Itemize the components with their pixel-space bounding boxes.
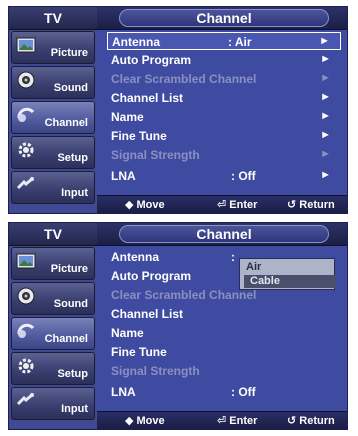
sidebar-item-channel[interactable]: Channel <box>11 101 95 134</box>
arrow-right-icon: ► <box>319 35 330 47</box>
menu-item-signal-strength: Signal Strength ► <box>111 146 341 164</box>
sidebar-item-setup[interactable]: Setup <box>11 352 95 385</box>
menu-item-name[interactable]: Name ► <box>111 108 341 126</box>
sidebar: TV Picture Sound Channel Setup Input <box>9 223 97 429</box>
key-guide-footer: ◆ Move ⏎ Enter ↺ Return <box>97 411 347 429</box>
menu-item-label: Auto Program <box>111 269 192 283</box>
sidebar-item-sound[interactable]: Sound <box>11 66 95 99</box>
menu-item-channel-list[interactable]: Channel List ► <box>111 89 341 107</box>
menu-item-value: : Air <box>228 35 252 49</box>
arrow-right-icon: ► <box>320 91 331 103</box>
antenna-options-popup: Air Cable <box>239 258 336 290</box>
arrow-right-icon: ► <box>320 53 331 65</box>
menu-item-value: : Off <box>231 169 256 183</box>
menu-item-label: Channel List <box>111 91 184 105</box>
sound-icon <box>16 71 36 89</box>
sidebar-title: TV <box>9 223 97 246</box>
input-icon <box>16 176 36 194</box>
input-icon <box>16 392 36 410</box>
channel-menu-screen-2: TV Picture Sound Channel Setup Input Cha… <box>8 222 348 430</box>
menu-item-label: LNA <box>111 385 136 399</box>
option-cable[interactable]: Cable <box>244 275 336 288</box>
menu-item-label: Signal Strength <box>111 148 200 162</box>
channel-icon <box>16 106 36 124</box>
key-guide-footer: ◆ Move ⏎ Enter ↺ Return <box>97 195 347 213</box>
channel-menu-screen-1: TV Picture Sound Channel Setup Input Cha… <box>8 6 348 214</box>
menu-item-label: Antenna <box>111 250 159 264</box>
arrow-right-icon: ► <box>320 72 331 84</box>
sidebar-item-label: Picture <box>50 263 88 275</box>
sidebar-item-picture[interactable]: Picture <box>11 31 95 64</box>
enter-hint: ⏎ Enter <box>217 415 258 427</box>
arrow-right-icon: ► <box>320 169 331 181</box>
menu-item-label: Antenna <box>112 35 160 49</box>
menu-item-value: : Off <box>231 385 256 399</box>
menu-item-label: Name <box>111 326 144 340</box>
menu-item-fine-tune[interactable]: Fine Tune <box>111 343 341 361</box>
menu-item-label: Signal Strength <box>111 364 200 378</box>
return-hint: ↺ Return <box>287 199 335 211</box>
sidebar-item-label: Channel <box>44 117 88 129</box>
move-hint: ◆ Move <box>125 199 165 211</box>
channel-icon <box>16 322 36 340</box>
sidebar-item-label: Setup <box>57 152 88 164</box>
menu-item-fine-tune[interactable]: Fine Tune ► <box>111 127 341 145</box>
menu-item-label: Name <box>111 110 144 124</box>
sidebar-item-input[interactable]: Input <box>11 171 95 204</box>
menu-item-channel-list[interactable]: Channel List <box>111 305 341 323</box>
sidebar-item-label: Input <box>61 403 88 415</box>
menu-item-label: Fine Tune <box>111 129 167 143</box>
sidebar-item-label: Sound <box>53 298 88 310</box>
page-title: Channel <box>119 9 329 27</box>
menu-item-antenna[interactable]: Antenna : Air ► <box>107 32 341 50</box>
menu-item-label: Clear Scrambled Channel <box>111 288 257 302</box>
page-title: Channel <box>119 225 329 243</box>
sidebar-item-label: Input <box>61 187 88 199</box>
menu-item-lna[interactable]: LNA : Off <box>111 383 341 401</box>
move-hint: ◆ Move <box>125 415 165 427</box>
menu-item-value: : <box>231 250 235 264</box>
sound-icon <box>16 287 36 305</box>
menu-item-label: Clear Scrambled Channel <box>111 72 257 86</box>
panel-header: Channel <box>97 7 347 30</box>
sidebar-item-sound[interactable]: Sound <box>11 282 95 315</box>
menu-item-label: Auto Program <box>111 53 192 67</box>
menu-item-lna[interactable]: LNA : Off ► <box>111 167 341 185</box>
sidebar-item-label: Picture <box>50 47 88 59</box>
sidebar-item-setup[interactable]: Setup <box>11 136 95 169</box>
picture-icon <box>16 36 36 54</box>
sidebar-item-label: Channel <box>44 333 88 345</box>
menu-item-name[interactable]: Name <box>111 324 341 342</box>
menu-item-label: LNA <box>111 169 136 183</box>
arrow-right-icon: ► <box>320 129 331 141</box>
arrow-right-icon: ► <box>320 148 331 160</box>
sidebar-item-label: Sound <box>53 82 88 94</box>
menu-item-clear-scrambled-channel: Clear Scrambled Channel ► <box>111 70 341 88</box>
channel-panel: Channel Antenna : Air ► Auto Program ► C… <box>97 7 347 213</box>
setup-icon <box>16 357 36 375</box>
sidebar: TV Picture Sound Channel Setup Input <box>9 7 97 213</box>
menu-item-label: Channel List <box>111 307 184 321</box>
setup-icon <box>16 141 36 159</box>
enter-hint: ⏎ Enter <box>217 199 258 211</box>
sidebar-item-picture[interactable]: Picture <box>11 247 95 280</box>
sidebar-title: TV <box>9 7 97 30</box>
sidebar-item-label: Setup <box>57 368 88 380</box>
menu-item-label: Fine Tune <box>111 345 167 359</box>
channel-panel: Channel Antenna : Auto Program Clear Scr… <box>97 223 347 429</box>
return-hint: ↺ Return <box>287 415 335 427</box>
picture-icon <box>16 252 36 270</box>
sidebar-item-channel[interactable]: Channel <box>11 317 95 350</box>
sidebar-item-input[interactable]: Input <box>11 387 95 420</box>
option-air[interactable]: Air <box>244 261 332 274</box>
menu-item-auto-program[interactable]: Auto Program ► <box>111 51 341 69</box>
arrow-right-icon: ► <box>320 110 331 122</box>
panel-header: Channel <box>97 223 347 246</box>
menu-item-signal-strength: Signal Strength <box>111 362 341 380</box>
